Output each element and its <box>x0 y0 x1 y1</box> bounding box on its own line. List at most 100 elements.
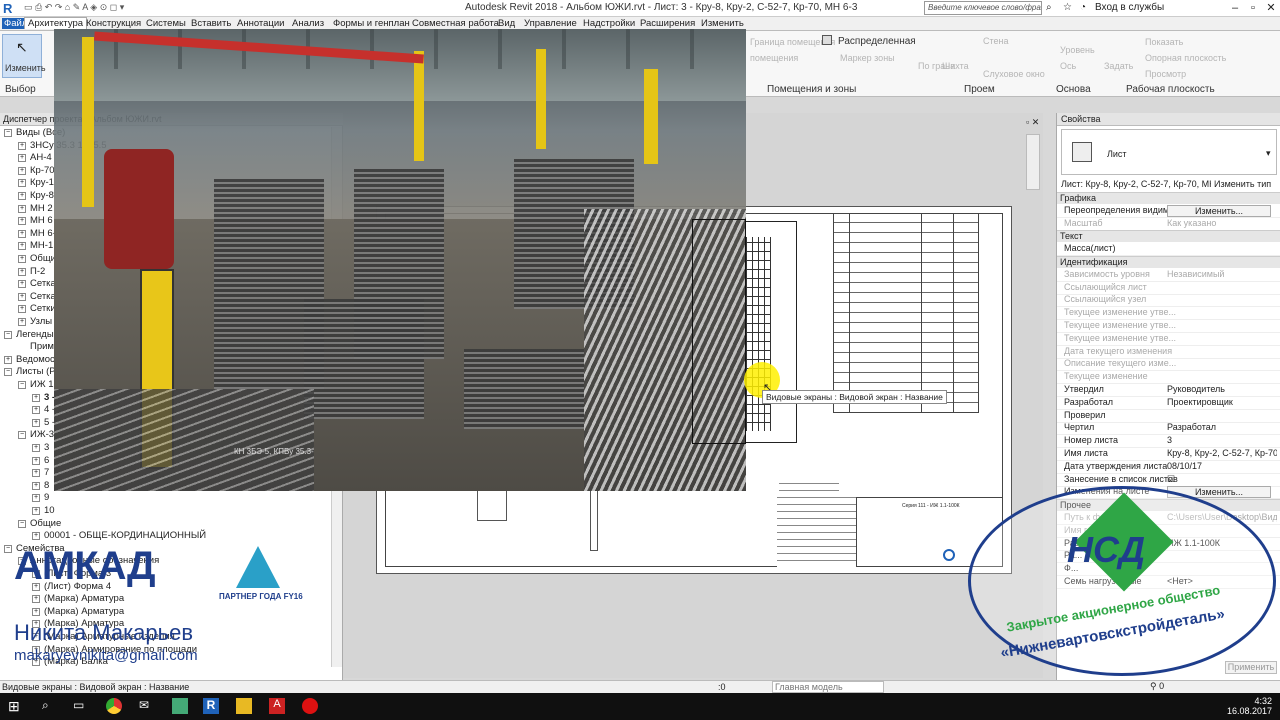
instance-selector[interactable]: Лист: Кру-8, Кру-2, С-52-7, Кр-70, МН <box>1061 179 1211 189</box>
property-group-header[interactable]: Идентификация <box>1057 256 1280 268</box>
tab-insert[interactable]: Вставить <box>191 18 231 29</box>
expand-icon[interactable]: + <box>32 607 40 616</box>
opening-panel[interactable]: Проем <box>964 84 995 95</box>
property-value[interactable]: Разработал <box>1167 422 1277 432</box>
expand-icon[interactable]: + <box>32 532 40 541</box>
expand-icon[interactable]: + <box>32 481 40 490</box>
expand-icon[interactable]: + <box>18 179 26 188</box>
expand-icon[interactable]: + <box>18 217 26 226</box>
expand-icon[interactable]: + <box>32 393 40 402</box>
search-icon[interactable]: ⌕ <box>1046 2 1052 13</box>
folder-icon[interactable] <box>236 698 252 714</box>
star-icon[interactable]: ☆ <box>1063 2 1072 13</box>
collapse-icon[interactable]: − <box>4 544 12 553</box>
autocad-icon[interactable]: A <box>269 698 285 714</box>
revit-logo-icon[interactable]: R <box>3 1 17 16</box>
app-icon[interactable] <box>172 698 188 714</box>
tab-annotate[interactable]: Аннотации <box>237 18 285 29</box>
tab-view[interactable]: Вид <box>498 18 515 29</box>
expand-icon[interactable]: + <box>18 305 26 314</box>
property-group-header[interactable]: Текст <box>1057 230 1280 243</box>
distributed-dropdown[interactable]: Распределенная <box>838 36 916 47</box>
property-value[interactable]: Как указано <box>1167 218 1277 228</box>
expand-icon[interactable]: + <box>18 292 26 301</box>
tab-architecture[interactable]: Архитектура <box>24 17 88 29</box>
expand-icon[interactable]: + <box>18 204 26 213</box>
expand-icon[interactable]: + <box>18 192 26 200</box>
quick-access-toolbar[interactable]: ▭ ⎙ ↶ ↷ ⌂ ✎ A ◈ ⊙ ◻ ▾ <box>24 2 124 13</box>
minimize-icon[interactable]: – <box>1226 0 1244 16</box>
recorder-icon[interactable] <box>302 698 318 714</box>
revit-taskbar-icon[interactable]: R <box>203 698 219 714</box>
expand-icon[interactable]: + <box>18 229 26 238</box>
browser-tree-item[interactable]: − Общие <box>0 518 330 530</box>
expand-icon[interactable]: + <box>18 318 26 326</box>
expand-icon[interactable]: + <box>32 595 40 604</box>
expand-icon[interactable]: + <box>4 355 12 364</box>
navigation-bar[interactable] <box>1026 134 1040 190</box>
expand-icon[interactable]: + <box>32 456 40 465</box>
collapse-icon[interactable]: − <box>18 431 26 440</box>
browser-tree-item[interactable]: +9 <box>0 492 330 504</box>
tab-massing[interactable]: Формы и генплан <box>333 18 410 29</box>
tab-extensions[interactable]: Расширения <box>640 18 695 29</box>
apply-button[interactable]: Применить <box>1225 661 1277 674</box>
expand-icon[interactable]: + <box>18 280 26 289</box>
edit-type-button[interactable]: Изменить тип <box>1214 179 1271 189</box>
login-link[interactable]: Вход в службы <box>1095 2 1164 13</box>
chrome-icon[interactable] <box>106 698 122 714</box>
expand-icon[interactable]: + <box>32 494 40 503</box>
property-value[interactable]: 08/10/17 <box>1167 461 1277 471</box>
close-icon[interactable]: ✕ <box>1262 0 1280 16</box>
select-dropdown[interactable]: Выбор <box>5 84 36 95</box>
expand-icon[interactable]: + <box>32 418 40 427</box>
browser-tree-item[interactable]: + (Марка) Арматура <box>0 606 330 618</box>
property-value[interactable]: ☑ <box>1167 474 1277 485</box>
type-selector[interactable]: Лист ▾ <box>1061 129 1277 175</box>
tab-modify[interactable]: Изменить <box>701 18 744 29</box>
mail-icon[interactable]: ✉ <box>139 698 155 714</box>
collapse-icon[interactable]: − <box>18 381 26 389</box>
taskbar-clock[interactable]: 4:32 16.08.2017 <box>1227 696 1272 716</box>
tab-manage[interactable]: Управление <box>524 18 577 29</box>
property-value[interactable]: Проектировщик <box>1167 397 1277 407</box>
model-selector[interactable]: Главная модель <box>772 681 884 693</box>
collapse-icon[interactable]: − <box>4 368 12 377</box>
expand-icon[interactable]: + <box>32 406 40 415</box>
expand-icon[interactable]: + <box>32 507 40 515</box>
search-icon[interactable]: ⌕ <box>42 698 58 714</box>
tab-systems[interactable]: Системы <box>146 18 186 29</box>
browser-tree-item[interactable]: +10 <box>0 505 330 517</box>
browser-tree-item[interactable]: +00001 - ОБЩЕ-КОРДИНАЦИОННЫЙ <box>0 530 330 542</box>
expand-icon[interactable]: + <box>32 469 40 478</box>
property-value[interactable]: Кру-8, Кру-2, С-52-7, Кр-70... <box>1167 448 1277 458</box>
expand-icon[interactable]: + <box>32 444 40 452</box>
property-value[interactable]: Руководитель <box>1167 384 1277 394</box>
property-group-header[interactable]: Графика <box>1057 192 1280 204</box>
expand-icon[interactable]: + <box>18 267 26 276</box>
task-view-icon[interactable]: ▭ <box>73 698 89 714</box>
collapse-icon[interactable]: − <box>4 330 12 339</box>
property-edit-button[interactable]: Изменить... <box>1167 204 1271 217</box>
expand-icon[interactable]: + <box>18 154 26 163</box>
close-view-icon[interactable]: ▫ ✕ <box>1026 117 1039 128</box>
expand-icon[interactable]: + <box>18 255 26 263</box>
property-value[interactable]: 3 <box>1167 435 1277 445</box>
collapse-icon[interactable]: − <box>18 519 26 528</box>
filter-icon[interactable]: ⚲ 0 <box>1150 681 1164 692</box>
tab-addins[interactable]: Надстройки <box>583 18 635 29</box>
base-panel[interactable]: Основа <box>1056 84 1091 95</box>
tab-analyze[interactable]: Анализ <box>292 18 324 29</box>
maximize-icon[interactable]: ▫ <box>1244 0 1262 16</box>
modify-button[interactable]: ↖ Изменить <box>2 34 46 78</box>
windows-start-icon[interactable]: ⊞ <box>8 698 24 714</box>
rooms-zones-panel[interactable]: Помещения и зоны <box>767 84 856 95</box>
expand-icon[interactable]: + <box>18 242 26 251</box>
collapse-icon[interactable]: − <box>4 129 12 137</box>
workplane-panel[interactable]: Рабочая плоскость <box>1126 84 1215 95</box>
expand-icon[interactable]: + <box>18 166 26 175</box>
user-icon[interactable]: ◔ <box>1080 2 1086 13</box>
tab-structure[interactable]: Конструкция <box>86 18 141 29</box>
expand-icon[interactable]: + <box>18 141 26 150</box>
property-value[interactable]: Независимый <box>1167 269 1277 279</box>
